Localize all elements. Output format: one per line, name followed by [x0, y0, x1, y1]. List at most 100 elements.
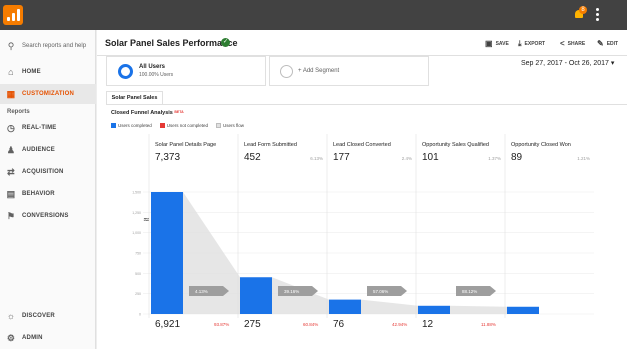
edit-button[interactable]: ✎ EDIT	[597, 39, 618, 48]
home-icon: ⌂	[8, 67, 14, 77]
sidebar-item-label: CONVERSIONS	[22, 213, 69, 219]
y-tick-label: 1,500	[132, 191, 141, 195]
y-tick-label: 1,000	[132, 231, 141, 235]
step-name: Lead Closed Converted	[333, 142, 391, 148]
axis-break-icon: ≈	[143, 215, 150, 224]
search-icon: ⚲	[7, 40, 15, 51]
drop-off-percent: 42.94%	[392, 322, 408, 327]
sidebar-item-customization[interactable]: ▦ CUSTOMIZATION	[0, 84, 96, 104]
flag-icon: ⚑	[6, 210, 16, 221]
report-header: Solar Panel Sales Performance ✓ ▣ SAVE ⤓ E…	[97, 30, 627, 56]
bar-users-completed	[151, 192, 183, 314]
drop-off-value: 76	[333, 319, 345, 330]
segment-name: All Users	[139, 64, 166, 70]
beta-badge: BETA	[174, 110, 184, 114]
acquisition-icon: ⇄	[7, 166, 15, 177]
analytics-logo-icon[interactable]	[3, 5, 23, 25]
search-placeholder: Search reports and help	[22, 43, 87, 49]
date-range-text: Sep 27, 2017 - Oct 26, 2017	[521, 60, 609, 67]
segment-percent: 100.00% Users	[139, 72, 174, 78]
card-title: Closed Funnel Analysis BETA	[111, 110, 184, 116]
sidebar-item-label: BEHAVIOR	[22, 191, 55, 197]
sidebar-item-behavior[interactable]: ▤ BEHAVIOR	[0, 184, 96, 204]
drop-off-percent: 11.88%	[481, 322, 496, 327]
sidebar-item-label: ADMIN	[22, 335, 43, 341]
step-value: 452	[244, 152, 261, 163]
y-tick-label: 750	[135, 252, 141, 256]
export-icon: ⤓	[518, 39, 522, 48]
export-label: EXPORT	[524, 41, 546, 47]
bar-users-completed	[418, 305, 450, 314]
flow-percent: 88.12%	[462, 289, 477, 294]
sidebar-item-discover[interactable]: ☼ DISCOVER	[0, 306, 96, 326]
reports-section-label: Reports	[7, 109, 30, 115]
more-options-icon[interactable]	[596, 8, 600, 23]
add-segment-button[interactable]: + Add Segment	[269, 56, 429, 86]
behavior-icon: ▤	[6, 188, 16, 199]
share-icon: <	[560, 39, 565, 48]
step-name: Lead Form Submitted	[244, 142, 297, 148]
tab-divider	[106, 104, 627, 105]
y-tick-label: 0	[139, 313, 141, 317]
sidebar-item-home[interactable]: ⌂ HOME	[0, 62, 96, 82]
person-icon: ♟	[6, 144, 16, 155]
step-percent: 2.4%	[402, 156, 412, 161]
share-button[interactable]: < SHARE	[560, 39, 585, 48]
empty-segment-icon	[280, 65, 293, 78]
step-value: 7,373	[155, 152, 180, 163]
drop-off-value: 6,921	[155, 319, 181, 330]
bar-users-completed	[240, 277, 272, 314]
sidebar-item-realtime[interactable]: ◷ REAL-TIME	[0, 118, 96, 138]
sidebar-search[interactable]: ⚲ Search reports and help	[0, 36, 96, 56]
sidebar: ⚲ Search reports and help ⌂ HOME ▦ CUSTOMI…	[0, 30, 96, 349]
lightbulb-icon: ☼	[6, 311, 16, 321]
tab-solar-panel-sales[interactable]: Solar Panel Sales	[106, 91, 163, 105]
add-segment-label: + Add Segment	[298, 68, 340, 74]
sidebar-item-label: DISCOVER	[22, 313, 55, 319]
export-button[interactable]: ⤓ EXPORT	[518, 39, 545, 49]
sidebar-item-label: HOME	[22, 69, 41, 75]
edit-icon: ✎	[597, 39, 604, 48]
bar-users-completed	[507, 306, 539, 314]
bar-users-completed	[329, 299, 361, 314]
users-flow-band	[361, 299, 418, 314]
sidebar-item-label: ACQUISITION	[22, 169, 64, 175]
y-tick-label: 250	[135, 292, 141, 296]
sidebar-item-audience[interactable]: ♟ AUDIENCE	[0, 140, 96, 160]
flow-percent: 4.13%	[195, 289, 208, 294]
drop-off-value: 12	[422, 319, 434, 330]
sidebar-item-conversions[interactable]: ⚑ CONVERSIONS	[0, 206, 96, 226]
share-label: SHARE	[567, 40, 586, 47]
gear-icon: ⚙	[6, 332, 16, 343]
page-title: Solar Panel Sales Performance	[105, 38, 238, 48]
y-tick-label: 1,250	[132, 211, 141, 215]
y-tick-label: 500	[135, 272, 141, 276]
clock-icon: ◷	[6, 122, 16, 133]
drop-off-percent: 60.84%	[303, 322, 319, 327]
notification-count-badge: 8	[579, 6, 587, 14]
sidebar-item-acquisition[interactable]: ⇄ ACQUISITION	[0, 162, 96, 182]
users-flow-band	[450, 305, 507, 314]
date-range-picker[interactable]: Sep 27, 2017 - Oct 26, 2017 ▾	[521, 59, 614, 67]
legend-item: Users completed	[111, 123, 152, 128]
segment-ring-icon	[118, 64, 133, 79]
customization-icon: ▦	[6, 88, 16, 99]
sidebar-item-label: REAL-TIME	[22, 125, 57, 131]
flow-percent: 57.06%	[373, 289, 388, 294]
save-button[interactable]: ▣ SAVE	[485, 39, 509, 48]
step-value: 89	[511, 152, 523, 163]
legend-item: Users not completed	[159, 123, 208, 128]
notifications-bell-icon[interactable]: 8	[574, 6, 587, 21]
segment-all-users[interactable]: All Users 100.00% Users	[106, 56, 266, 86]
drop-off-value: 275	[244, 319, 261, 330]
sidebar-item-label: CUSTOMIZATION	[22, 91, 75, 97]
sidebar-item-admin[interactable]: ⚙ ADMIN	[0, 328, 96, 348]
top-bar: 8	[0, 0, 627, 30]
funnel-chart: 0 250 500 750 1,000 1,250 1,500 Solar Panel Det…	[132, 134, 594, 349]
flow-percent: 39.16%	[284, 289, 299, 294]
step-value: 177	[333, 152, 350, 163]
main-content: Solar Panel Sales Performance ✓ ▣ SAVE ⤓ E…	[97, 30, 627, 349]
card-title-text: Closed Funnel Analysis	[111, 110, 173, 116]
step-name: Solar Panel Details Page	[155, 142, 216, 148]
chevron-down-icon: ▾	[610, 60, 615, 67]
